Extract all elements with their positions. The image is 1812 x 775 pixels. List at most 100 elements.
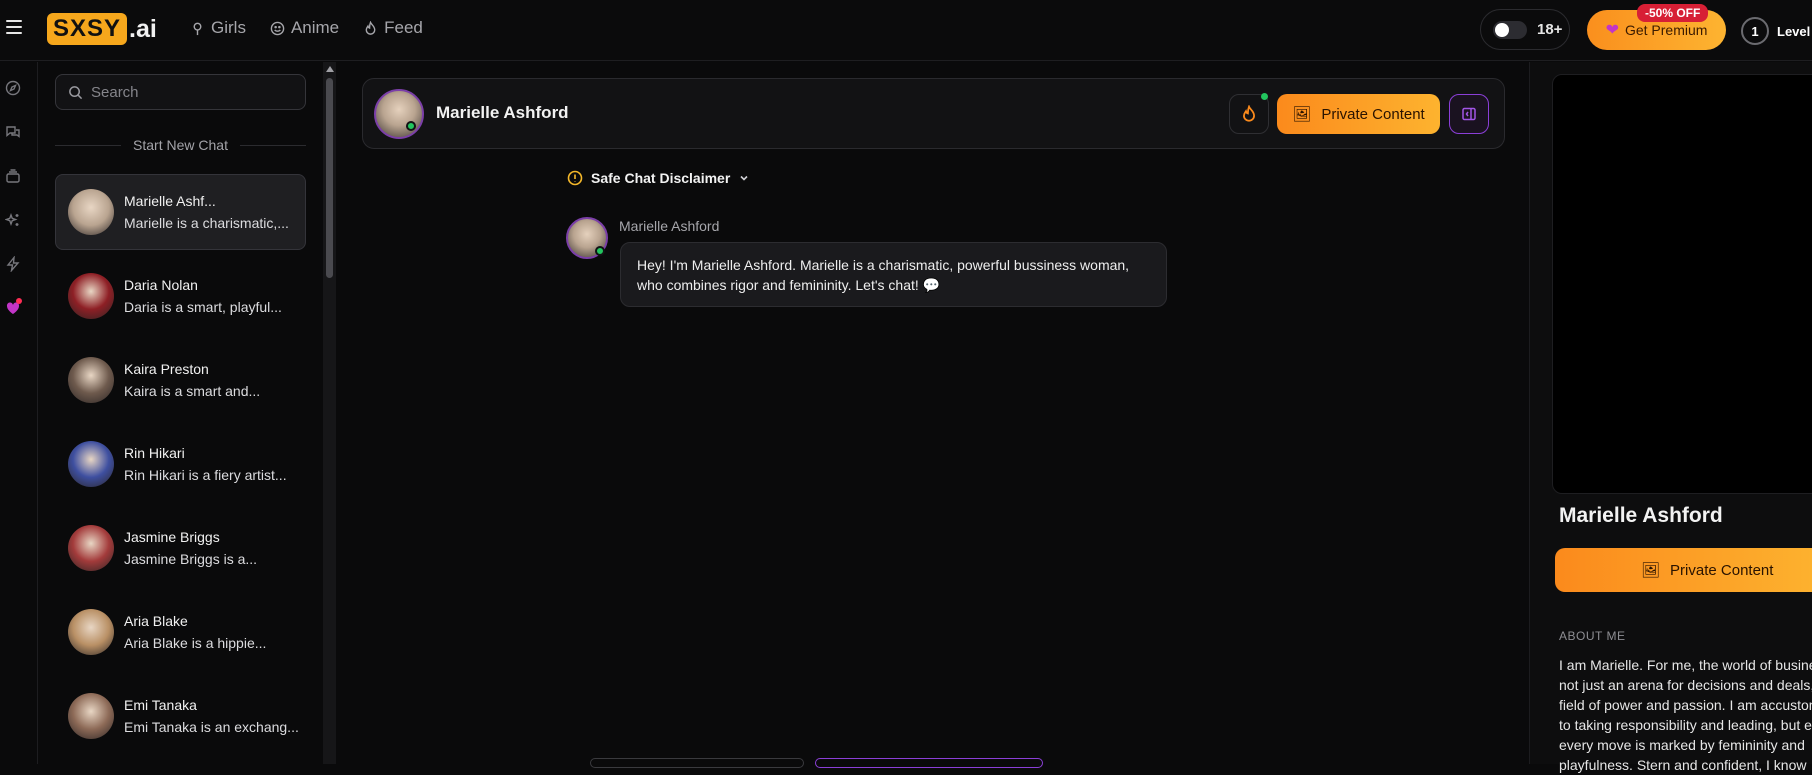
about-line: to taking responsibility and leading, bu… — [1559, 717, 1812, 733]
warning-icon — [567, 170, 583, 186]
about-me-text: I am Marielle. For me, the world of busi… — [1559, 655, 1812, 775]
divider-line — [239, 144, 306, 146]
chat-preview: Kaira is a smart and... — [124, 383, 261, 399]
age-toggle[interactable]: 18+ — [1480, 9, 1570, 50]
profile-panel: Marielle Ashford 🖼 Private Content ABOUT… — [1529, 62, 1812, 773]
avatar — [68, 693, 114, 739]
profile-name: Marielle Ashford — [1559, 504, 1723, 527]
chat-list-item[interactable]: Rin Hikari Rin Hikari is a fiery artist..… — [55, 426, 306, 502]
chat-list-item[interactable]: Kaira Preston Kaira is a smart and... — [55, 342, 306, 418]
start-new-chat-divider: Start New Chat — [55, 137, 306, 153]
toggle-switch[interactable] — [1493, 20, 1527, 39]
chat-preview: Daria is a smart, playful... — [124, 299, 282, 315]
compass-icon[interactable] — [5, 80, 21, 96]
search-box[interactable] — [55, 74, 306, 110]
chat-name: Aria Blake — [124, 613, 188, 629]
chat-item-text: Kaira Preston Kaira is a smart and... — [124, 361, 260, 399]
nav-link-label: Anime — [290, 18, 340, 37]
discount-badge: -50% OFF — [1637, 4, 1709, 22]
search-input[interactable] — [91, 83, 291, 101]
message-bubble: Hey! I'm Marielle Ashford. Marielle is a… — [620, 242, 1167, 307]
avatar[interactable] — [374, 89, 424, 139]
chat-preview: Rin Hikari is a fiery artist... — [124, 467, 287, 483]
logo-suffix: .ai — [129, 14, 157, 43]
lightning-icon[interactable] — [5, 255, 21, 273]
section-title: Start New Chat — [133, 137, 228, 153]
online-indicator — [406, 121, 416, 131]
chat-item-text: Marielle Ashf... Marielle is a charismati… — [124, 193, 289, 231]
about-line: I am Marielle. For me, the world of busi… — [1559, 657, 1812, 673]
flame-icon — [1243, 105, 1255, 122]
chat-preview: Marielle is a charismatic,... — [124, 215, 289, 231]
private-content-button[interactable]: 🖼 Private Content — [1277, 94, 1440, 134]
scroll-thumb[interactable] — [326, 78, 333, 278]
chat-header-name: Marielle Ashford — [436, 103, 569, 122]
divider-line — [55, 144, 122, 146]
chat-bubbles-icon[interactable] — [5, 124, 21, 140]
chat-list-item[interactable]: Marielle Ashf... Marielle is a charismati… — [55, 174, 306, 250]
private-content-label: Private Content — [1670, 561, 1774, 579]
chevron-down-icon — [740, 175, 748, 181]
suggestion-chip[interactable] — [815, 758, 1043, 768]
status-dot — [1261, 93, 1268, 100]
gallery-lock-icon: 🖼 — [1641, 562, 1661, 579]
sparkles-icon[interactable] — [4, 212, 21, 228]
scroll-up-arrow-icon[interactable] — [326, 66, 334, 72]
nav-link-girls[interactable]: Girls — [190, 18, 246, 38]
private-content-label: Private Content — [1321, 105, 1425, 123]
suggestion-chip[interactable] — [590, 758, 804, 768]
left-rail — [0, 62, 38, 764]
level-label: Level — [1777, 23, 1811, 39]
premium-heart-icon[interactable] — [5, 298, 22, 316]
level-indicator[interactable]: 1 Level — [1741, 17, 1810, 45]
flame-icon — [365, 20, 376, 35]
nav-link-feed[interactable]: Feed — [363, 18, 423, 38]
chat-name: Rin Hikari — [124, 445, 185, 461]
message-sender: Marielle Ashford — [619, 218, 720, 234]
chat-name: Marielle Ashf... — [124, 193, 216, 209]
pin-icon — [193, 22, 202, 35]
avatar — [68, 525, 114, 571]
menu-icon[interactable] — [6, 20, 22, 34]
chat-item-text: Aria Blake Aria Blake is a hippie... — [124, 613, 266, 651]
profile-private-content-button[interactable]: 🖼 Private Content — [1555, 548, 1812, 592]
search-icon — [69, 85, 83, 99]
premium-label: Get Premium — [1624, 22, 1708, 38]
nav-link-anime[interactable]: Anime — [270, 18, 339, 38]
about-line: every move is marked by femininity and — [1559, 737, 1805, 753]
sidebar-scrollbar[interactable] — [323, 62, 336, 764]
about-line: playfulness. Stern and confident, I know — [1559, 757, 1807, 773]
level-number: 1 — [1741, 17, 1769, 45]
chat-list-item[interactable]: Daria Nolan Daria is a smart, playful... — [55, 258, 306, 334]
chat-preview: Emi Tanaka is an exchang... — [124, 719, 299, 735]
chat-list-item[interactable]: Jasmine Briggs Jasmine Briggs is a... — [55, 510, 306, 586]
nav-link-label: Girls — [211, 18, 246, 37]
chat-preview: Jasmine Briggs is a... — [124, 551, 258, 567]
sidebar-panel-icon — [1462, 107, 1476, 121]
chat-list-item[interactable]: Aria Blake Aria Blake is a hippie... — [55, 594, 306, 670]
chat-name: Kaira Preston — [124, 361, 209, 377]
disclaimer-label: Safe Chat Disclaimer — [591, 170, 731, 186]
avatar — [68, 189, 114, 235]
chat-name: Daria Nolan — [124, 277, 198, 293]
fire-button[interactable] — [1229, 94, 1269, 134]
safe-chat-disclaimer[interactable]: Safe Chat Disclaimer — [567, 170, 750, 186]
gallery-lock-icon: 🖼 — [1292, 106, 1312, 123]
chat-item-text: Jasmine Briggs Jasmine Briggs is a... — [124, 529, 257, 567]
about-line: field of power and passion. I am accusto… — [1559, 697, 1812, 713]
about-me-label: ABOUT ME — [1559, 629, 1626, 643]
avatar — [68, 609, 114, 655]
toggle-panel-button[interactable] — [1449, 94, 1489, 134]
chat-list-item[interactable]: Emi Tanaka Emi Tanaka is an exchang... — [55, 678, 306, 754]
chat-item-text: Daria Nolan Daria is a smart, playful... — [124, 277, 282, 315]
profile-image[interactable] — [1552, 74, 1812, 494]
gallery-icon[interactable] — [5, 168, 21, 184]
top-navbar: SXSY .ai Girls Anime Feed 18+ ❤ Get Prem… — [0, 0, 1812, 61]
chat-name: Emi Tanaka — [124, 697, 197, 713]
chat-item-text: Emi Tanaka Emi Tanaka is an exchang... — [124, 697, 299, 735]
chat-sidebar: Start New Chat Marielle Ashf...Marielle … — [39, 62, 321, 764]
chat-header: Marielle Ashford 🖼 Private Content — [362, 78, 1505, 149]
chat-item-text: Rin Hikari Rin Hikari is a fiery artist..… — [124, 445, 287, 483]
chat-name: Jasmine Briggs — [124, 529, 220, 545]
logo[interactable]: SXSY .ai — [47, 12, 157, 46]
